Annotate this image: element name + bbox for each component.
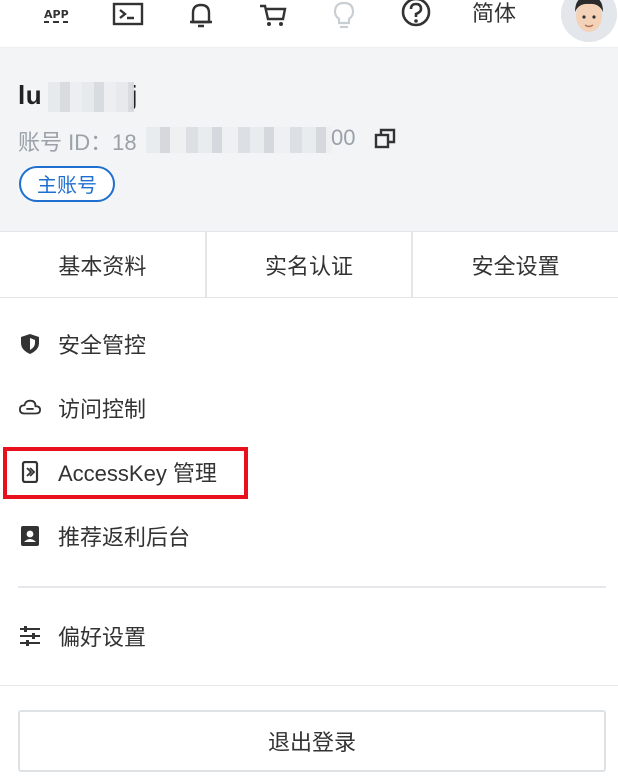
account-id-label: 账号 ID：18 [18, 130, 137, 155]
cart-icon[interactable] [257, 0, 289, 30]
tab-real-name-verification[interactable]: 实名认证 [207, 232, 414, 297]
copy-icon[interactable] [373, 127, 397, 151]
menu-label: 偏好设置 [58, 625, 147, 650]
terminal-icon[interactable] [111, 0, 145, 30]
top-bar: APP 简体 [0, 0, 618, 48]
account-tabs: 基本资料 实名认证 安全设置 [0, 231, 618, 298]
account-name-prefix: lu [18, 80, 43, 110]
menu-item-access-control[interactable]: 访问控制 [0, 378, 618, 438]
main-account-badge: 主账号 [19, 166, 115, 202]
sliders-icon [19, 625, 41, 647]
avatar[interactable] [561, 0, 617, 42]
lightbulb-icon[interactable] [330, 0, 358, 30]
cloud-icon [19, 397, 41, 419]
menu-label: 访问控制 [58, 397, 147, 422]
account-id-suffix: 00 [331, 125, 356, 150]
shield-icon [19, 333, 41, 355]
id-card-icon [19, 525, 41, 547]
menu-divider [18, 586, 606, 588]
menu-label: 安全管控 [58, 333, 147, 358]
menu-item-preferences[interactable]: 偏好设置 [0, 606, 618, 666]
app-icon[interactable]: APP [40, 0, 72, 30]
menu-label: 推荐返利后台 [58, 525, 191, 550]
menu-item-security-control[interactable]: 安全管控 [0, 314, 618, 374]
menu-item-referral-rebate[interactable]: 推荐返利后台 [0, 506, 618, 566]
section-divider [0, 685, 618, 686]
help-icon[interactable] [399, 0, 433, 30]
logout-button[interactable]: 退出登录 [18, 710, 606, 772]
highlight-box [3, 447, 248, 499]
account-card: luj 账号 ID：18 00 主账号 [0, 48, 618, 231]
language-switch[interactable]: 简体 [472, 0, 516, 28]
masked-account-id [146, 127, 332, 153]
masked-name [48, 82, 134, 112]
tab-security-settings[interactable]: 安全设置 [413, 232, 618, 297]
bell-icon[interactable] [186, 0, 216, 30]
svg-text:APP: APP [44, 8, 69, 21]
tab-basic-info[interactable]: 基本资料 [0, 232, 207, 297]
